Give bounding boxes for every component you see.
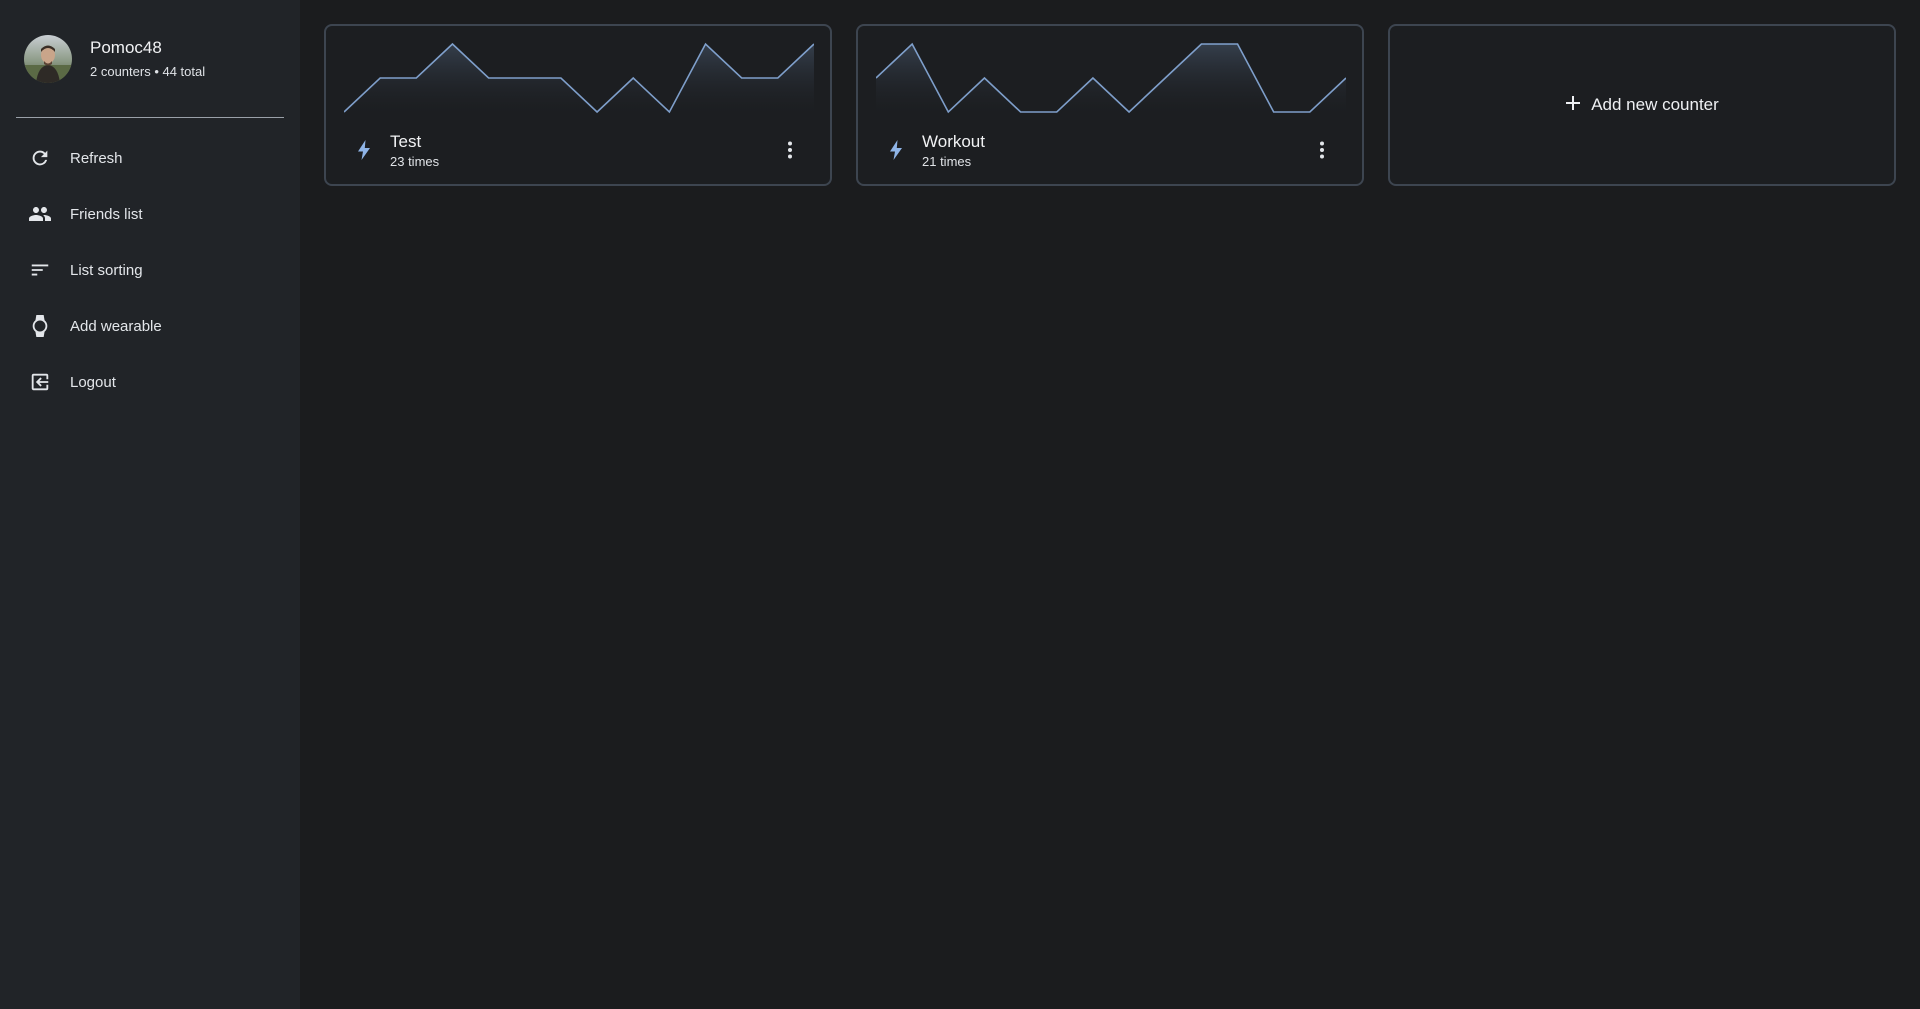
counter-title: Test — [390, 131, 422, 151]
sidebar-item-refresh[interactable]: Refresh — [16, 130, 284, 186]
sidebar-item-label: List sorting — [70, 261, 143, 279]
counter-card[interactable]: Workout 21 times — [856, 24, 1364, 186]
more-options-icon[interactable] — [774, 134, 806, 166]
sidebar-item-label: Add wearable — [70, 317, 162, 335]
sidebar-item-add-wearable[interactable]: Add wearable — [16, 298, 284, 354]
sidebar-item-logout[interactable]: Logout — [16, 354, 284, 410]
avatar[interactable] — [24, 34, 72, 83]
counter-trend-chart — [876, 42, 1346, 114]
counter-card[interactable]: Test 23 times — [324, 24, 832, 186]
add-counter-label: Add new counter — [1591, 95, 1719, 114]
counter-card-footer: Workout 21 times — [858, 130, 1362, 170]
counter-grid: Test 23 times Workout 21 times Add new c… — [300, 0, 1920, 1009]
profile-name: Pomoc48 — [90, 38, 162, 57]
bolt-icon — [354, 139, 374, 161]
sidebar-item-friends[interactable]: Friends list — [16, 186, 284, 242]
sidebar-item-label: Friends list — [70, 205, 143, 223]
sidebar: Pomoc48 2 counters • 44 total Refresh Fr… — [0, 0, 300, 1009]
sidebar-item-label: Logout — [70, 373, 116, 391]
counter-trend-chart — [344, 42, 814, 114]
bolt-icon — [886, 139, 906, 161]
counter-count: 21 times — [922, 153, 972, 169]
watch-icon — [28, 314, 52, 338]
counter-card-footer: Test 23 times — [326, 130, 830, 170]
add-counter-content: Add new counter — [1565, 95, 1719, 116]
plus-icon — [1565, 95, 1581, 116]
trend-area — [876, 44, 1346, 114]
profile-header: Pomoc48 2 counters • 44 total — [16, 0, 284, 118]
sidebar-item-label: Refresh — [70, 149, 123, 167]
counter-text: Test 23 times — [390, 132, 774, 169]
counter-title: Workout — [922, 131, 985, 151]
sort-icon — [28, 258, 52, 282]
more-options-icon[interactable] — [1306, 134, 1338, 166]
people-icon — [28, 202, 52, 226]
counter-text: Workout 21 times — [922, 132, 1306, 169]
sidebar-item-list-sorting[interactable]: List sorting — [16, 242, 284, 298]
refresh-icon — [28, 146, 52, 170]
app-root: Pomoc48 2 counters • 44 total Refresh Fr… — [0, 0, 1920, 1009]
profile-info: Pomoc48 2 counters • 44 total — [90, 38, 205, 79]
profile-stats: 2 counters • 44 total — [90, 64, 206, 79]
counter-count: 23 times — [390, 153, 440, 169]
logout-icon — [28, 370, 52, 394]
trend-area — [344, 44, 814, 114]
add-counter-button[interactable]: Add new counter — [1388, 24, 1896, 186]
